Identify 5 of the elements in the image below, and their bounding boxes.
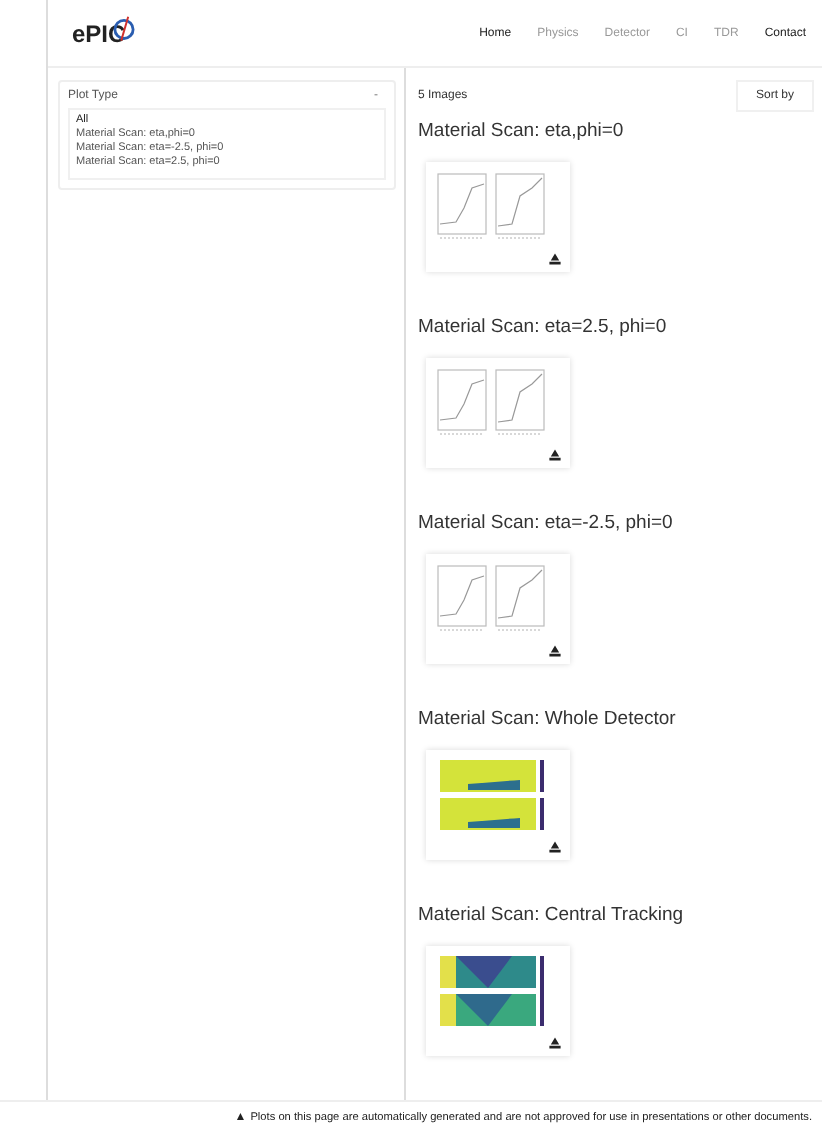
gallery-title: Material Scan: eta,phi=0 bbox=[418, 120, 626, 142]
gallery-title: Material Scan: eta=2.5, phi=0 bbox=[418, 316, 669, 338]
gallery-title: Material Scan: Whole Detector bbox=[418, 708, 678, 730]
gallery-title: Material Scan: eta=-2.5, phi=0 bbox=[418, 512, 675, 534]
gallery-title: Material Scan: Central Tracking bbox=[418, 904, 686, 926]
